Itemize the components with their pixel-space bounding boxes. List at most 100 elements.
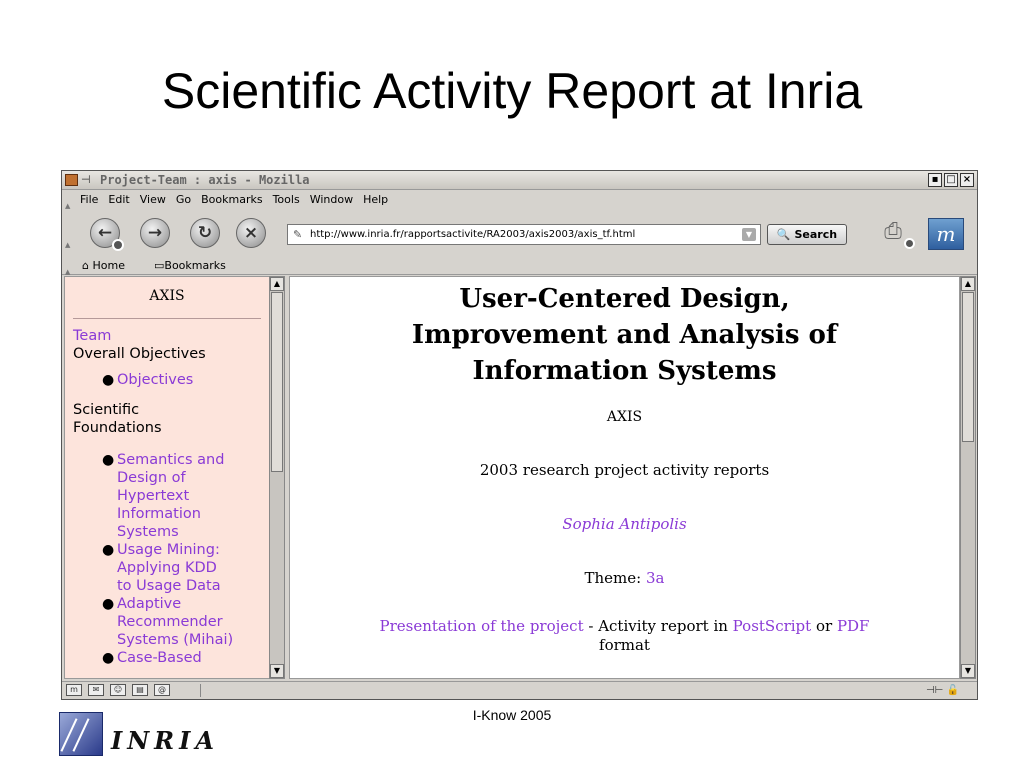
- search-label: Search: [794, 228, 838, 241]
- sidebar-link-semantics[interactable]: ● Semantics and Design of Hypertext Info…: [65, 451, 269, 541]
- page-icon: ✎: [293, 228, 303, 241]
- mail-icon[interactable]: ✉: [88, 684, 104, 696]
- menu-edit[interactable]: Edit: [108, 190, 129, 209]
- divider: [200, 684, 201, 697]
- inria-logo-mark-icon: [59, 712, 103, 756]
- url-dropdown-icon[interactable]: ▼: [742, 228, 756, 241]
- scroll-up-icon[interactable]: ▲: [270, 277, 284, 291]
- sidebar-section-scientific-foundations: Scientific Foundations: [73, 402, 162, 436]
- menu-window[interactable]: Window: [310, 190, 353, 209]
- sidebar-link-case-based[interactable]: ● Case-Based: [65, 649, 269, 667]
- slide-title: Scientific Activity Report at Inria: [161, 63, 863, 119]
- reload-icon: ↻: [197, 223, 213, 243]
- minimize-button[interactable]: ▪: [928, 173, 942, 187]
- bullet-icon: ●: [102, 596, 115, 612]
- dropdown-dot-icon[interactable]: [904, 238, 915, 249]
- mozilla-throbber-icon[interactable]: m: [928, 218, 964, 250]
- personal-toolbar: ▲ ⌂ Home ▭Bookmarks: [62, 257, 977, 276]
- bookmarks-button[interactable]: ▭Bookmarks: [154, 257, 226, 275]
- back-arrow-icon: ←: [97, 223, 113, 243]
- scroll-down-icon[interactable]: ▼: [270, 664, 284, 678]
- url-input[interactable]: ✎ http://www.inria.fr/rapportsactivite/R…: [287, 224, 761, 245]
- url-text: http://www.inria.fr/rapportsactivite/RA2…: [310, 229, 636, 240]
- stop-icon: ×: [243, 223, 259, 243]
- printer-icon: ⎙: [884, 219, 902, 244]
- scroll-down-icon[interactable]: ▼: [961, 664, 975, 678]
- menu-go[interactable]: Go: [176, 190, 191, 209]
- divider: [73, 318, 261, 319]
- print-button[interactable]: ⎙: [875, 219, 915, 249]
- sidebar-heading: AXIS: [149, 288, 185, 304]
- menu-file[interactable]: File: [80, 190, 98, 209]
- home-icon: ⌂: [82, 259, 89, 272]
- mozilla-app-icon[interactable]: [65, 174, 78, 186]
- scroll-up-icon[interactable]: ▲: [961, 277, 975, 291]
- pin-icon[interactable]: ⊣: [81, 171, 91, 189]
- maximize-button[interactable]: □: [944, 173, 958, 187]
- sidebar-link-adaptive-recommender[interactable]: ● Adaptive Recommender Systems (Mihai): [65, 595, 269, 649]
- address-book-icon[interactable]: @: [154, 684, 170, 696]
- sidebar-link-objectives[interactable]: ● Objectives: [65, 371, 269, 389]
- sidebar-link-team[interactable]: Team: [65, 327, 269, 345]
- sidebar-scrollbar[interactable]: ▲ ▼: [269, 276, 285, 679]
- theme-label: Theme:: [584, 569, 646, 587]
- theme-link[interactable]: 3a: [646, 569, 665, 587]
- connection-lock-icon[interactable]: ⊣⊢ 🔓: [926, 682, 959, 699]
- search-button[interactable]: 🔍 Search: [767, 224, 847, 245]
- folder-icon: ▭: [154, 259, 165, 272]
- content-frame: User-Centered Design, Improvement and An…: [289, 276, 960, 679]
- chat-icon[interactable]: ☺: [110, 684, 126, 696]
- sidebar-section-overall-objectives: Overall Objectives: [73, 346, 206, 362]
- toolbar-grip-icon[interactable]: ▲: [65, 241, 70, 249]
- stop-button[interactable]: ×: [236, 218, 266, 248]
- bullet-icon: ●: [102, 452, 115, 468]
- search-icon: 🔍: [776, 228, 791, 241]
- content-scrollbar[interactable]: ▲ ▼: [960, 276, 976, 679]
- forward-button[interactable]: →: [140, 218, 170, 248]
- postscript-link[interactable]: PostScript: [733, 617, 812, 635]
- location-link[interactable]: Sophia Antipolis: [290, 515, 959, 533]
- scrollbar-thumb[interactable]: [962, 292, 974, 442]
- format-text: format: [599, 636, 650, 654]
- scrollbar-thumb[interactable]: [271, 292, 283, 472]
- bullet-icon: ●: [102, 542, 115, 558]
- window-title: Project-Team : axis - Mozilla: [100, 173, 310, 187]
- window-titlebar[interactable]: ⊣ Project-Team : axis - Mozilla ▪ □ ×: [62, 171, 977, 190]
- menubar: ▲ File Edit View Go Bookmarks Tools Wind…: [62, 190, 977, 210]
- browser-icon[interactable]: m: [66, 684, 82, 696]
- presentation-line: Presentation of the project - Activity r…: [290, 617, 959, 655]
- inria-logo-word: INRIA: [111, 726, 219, 755]
- browser-window: ⊣ Project-Team : axis - Mozilla ▪ □ × ▲ …: [61, 170, 978, 700]
- sidebar-frame: AXIS Team Overall Objectives ● Objectives…: [64, 276, 270, 679]
- bookmarks-label: Bookmarks: [164, 259, 226, 272]
- close-button[interactable]: ×: [960, 173, 974, 187]
- inria-logo: INRIA: [59, 712, 239, 760]
- or-text: or: [811, 617, 837, 635]
- bullet-icon: ●: [102, 650, 115, 666]
- presentation-link[interactable]: Presentation of the project: [380, 617, 584, 635]
- menu-help[interactable]: Help: [363, 190, 388, 209]
- back-button[interactable]: ←: [90, 218, 124, 251]
- sidebar-link-usage-mining[interactable]: ● Usage Mining: Applying KDD to Usage Da…: [65, 541, 269, 595]
- composer-icon[interactable]: ▤: [132, 684, 148, 696]
- component-bar: m ✉ ☺ ▤ @: [66, 682, 170, 696]
- menu-bookmarks[interactable]: Bookmarks: [201, 190, 262, 209]
- navigation-toolbar: ▲ ← → ↻ × ✎ http://www.inria.fr/rapports…: [62, 209, 977, 257]
- project-name: AXIS: [606, 409, 643, 425]
- forward-arrow-icon: →: [147, 223, 163, 243]
- bullet-icon: ●: [102, 372, 115, 388]
- status-bar: m ✉ ☺ ▤ @ ⊣⊢ 🔓: [62, 681, 977, 699]
- menu-view[interactable]: View: [140, 190, 166, 209]
- dropdown-dot-icon[interactable]: [112, 239, 124, 251]
- report-subtitle: 2003 research project activity reports: [479, 461, 770, 479]
- menu-tools[interactable]: Tools: [273, 190, 300, 209]
- home-label: Home: [92, 259, 125, 272]
- reload-button[interactable]: ↻: [190, 218, 220, 248]
- pdf-link[interactable]: PDF: [837, 617, 870, 635]
- theme-line: Theme: 3a: [290, 569, 959, 587]
- sidebar-list: ● Objectives: [65, 371, 269, 389]
- page-heading: User-Centered Design, Improvement and An…: [411, 284, 838, 386]
- sidebar-list: ● Semantics and Design of Hypertext Info…: [65, 451, 269, 667]
- home-button[interactable]: ⌂ Home: [82, 257, 125, 275]
- window-controls: ▪ □ ×: [928, 173, 974, 187]
